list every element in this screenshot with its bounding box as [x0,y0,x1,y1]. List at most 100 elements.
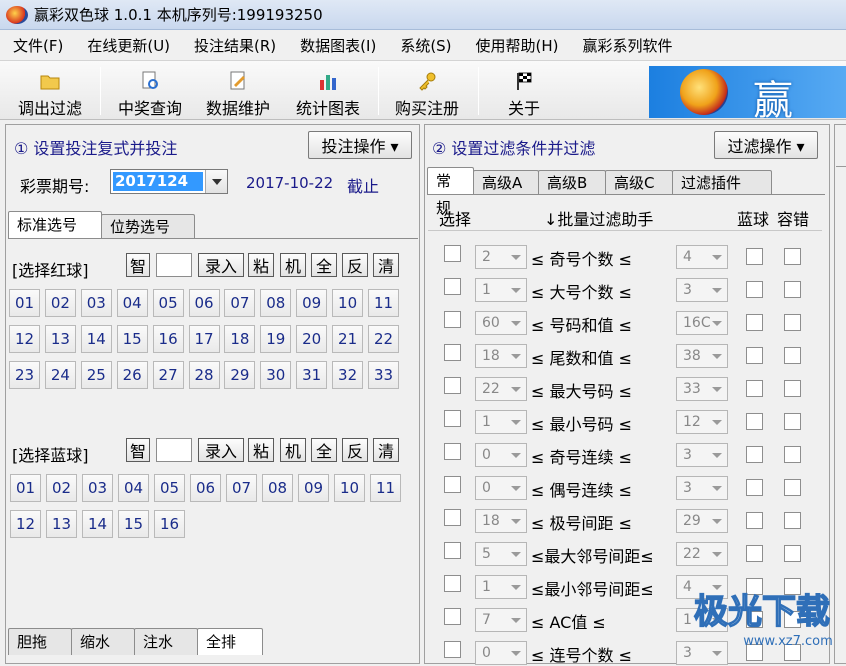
filter-row-blue-checkbox[interactable] [746,281,763,298]
load-filter-button[interactable]: 调出过滤 [10,65,90,119]
filter-row-max-select[interactable]: 3 [676,278,728,302]
red-ball-29[interactable]: 29 [224,361,256,389]
filter-row-min-select[interactable]: 1 [475,575,527,599]
blue-ball-11[interactable]: 11 [370,474,401,502]
filter-row-min-select[interactable]: 0 [475,476,527,500]
filter-row-max-select[interactable]: 3 [676,443,728,467]
filter-row-blue-checkbox[interactable] [746,248,763,265]
filter-row-tolerance-checkbox[interactable] [784,545,801,562]
red-random-button[interactable]: 机 [280,253,306,277]
red-ball-26[interactable]: 26 [116,361,148,389]
filter-row-max-select[interactable]: 16C [676,311,728,335]
blue-ball-01[interactable]: 01 [10,474,41,502]
filter-operation-button[interactable]: 过滤操作 ▾ [714,131,818,159]
red-count-input[interactable] [156,253,192,277]
filter-row-max-select[interactable]: 29 [676,509,728,533]
filter-row-tolerance-checkbox[interactable] [784,281,801,298]
menu-data-charts[interactable]: 数据图表(I) [287,35,387,56]
prize-query-button[interactable]: 中奖查询 [110,65,190,119]
filter-row-tolerance-checkbox[interactable] [784,479,801,496]
red-ball-24[interactable]: 24 [44,361,76,389]
filter-row-tolerance-checkbox[interactable] [784,347,801,364]
tab-filter-plugins[interactable]: 过滤插件 [672,170,772,194]
blue-enter-button[interactable]: 录入 [198,438,244,462]
filter-row-blue-checkbox[interactable] [746,479,763,496]
blue-ball-13[interactable]: 13 [46,510,77,538]
red-ball-16[interactable]: 16 [152,325,184,353]
red-ball-20[interactable]: 20 [296,325,328,353]
tab-position-pick[interactable]: 位势选号 [101,214,195,238]
red-ball-33[interactable]: 33 [368,361,399,389]
data-maintenance-button[interactable]: 数据维护 [198,65,278,119]
tab-standard-pick[interactable]: 标准选号 [8,211,102,238]
red-ball-30[interactable]: 30 [260,361,292,389]
filter-row-min-select[interactable]: 22 [475,377,527,401]
about-button[interactable]: 关于 [492,65,556,119]
red-ball-14[interactable]: 14 [80,325,112,353]
blue-ball-14[interactable]: 14 [82,510,113,538]
menu-series-software[interactable]: 赢彩系列软件 [570,35,684,56]
filter-row-blue-checkbox[interactable] [746,347,763,364]
filter-row-min-select[interactable]: 60 [475,311,527,335]
tab-advanced-b[interactable]: 高级B [538,170,606,194]
blue-clear-button[interactable]: 清 [373,438,399,462]
filter-row-min-select[interactable]: 2 [475,245,527,269]
statistics-chart-button[interactable]: 统计图表 [288,65,368,119]
filter-row-blue-checkbox[interactable] [746,314,763,331]
filter-row-min-select[interactable]: 1 [475,278,527,302]
tab-dantuo[interactable]: 胆拖 [8,628,72,655]
filter-row-select-checkbox[interactable] [444,509,461,526]
blue-ball-12[interactable]: 12 [10,510,41,538]
menu-system[interactable]: 系统(S) [387,35,462,56]
filter-row-tolerance-checkbox[interactable] [784,413,801,430]
blue-smart-button[interactable]: 智 [126,438,150,462]
red-ball-09[interactable]: 09 [296,289,328,317]
red-ball-15[interactable]: 15 [116,325,148,353]
tab-full-arrange[interactable]: 全排 [197,628,263,655]
red-invert-button[interactable]: 反 [342,253,368,277]
blue-ball-09[interactable]: 09 [298,474,329,502]
blue-ball-03[interactable]: 03 [82,474,113,502]
blue-ball-16[interactable]: 16 [154,510,185,538]
filter-row-blue-checkbox[interactable] [746,413,763,430]
menu-bet-results[interactable]: 投注结果(R) [181,35,287,56]
red-ball-01[interactable]: 01 [9,289,40,317]
filter-row-select-checkbox[interactable] [444,476,461,493]
filter-row-max-select[interactable]: 38 [676,344,728,368]
red-ball-02[interactable]: 02 [44,289,76,317]
filter-row-max-select[interactable]: 3 [676,476,728,500]
red-ball-32[interactable]: 32 [332,361,364,389]
filter-row-select-checkbox[interactable] [444,608,461,625]
red-ball-10[interactable]: 10 [332,289,364,317]
red-ball-05[interactable]: 05 [152,289,184,317]
blue-ball-05[interactable]: 05 [154,474,185,502]
filter-row-select-checkbox[interactable] [444,278,461,295]
filter-row-min-select[interactable]: 0 [475,443,527,467]
red-ball-07[interactable]: 07 [224,289,256,317]
red-ball-08[interactable]: 08 [260,289,292,317]
blue-count-input[interactable] [156,438,192,462]
filter-row-tolerance-checkbox[interactable] [784,248,801,265]
red-clear-button[interactable]: 清 [373,253,399,277]
red-ball-21[interactable]: 21 [332,325,364,353]
blue-ball-07[interactable]: 07 [226,474,257,502]
chevron-down-icon[interactable] [205,170,227,193]
red-ball-18[interactable]: 18 [224,325,256,353]
filter-row-select-checkbox[interactable] [444,344,461,361]
filter-row-blue-checkbox[interactable] [746,446,763,463]
filter-row-select-checkbox[interactable] [444,575,461,592]
issue-select[interactable]: 2017124 [110,169,228,194]
filter-row-tolerance-checkbox[interactable] [784,512,801,529]
filter-row-max-select[interactable]: 4 [676,245,728,269]
red-ball-04[interactable]: 04 [116,289,148,317]
red-ball-31[interactable]: 31 [296,361,328,389]
red-ball-25[interactable]: 25 [80,361,112,389]
red-all-button[interactable]: 全 [311,253,337,277]
purchase-register-button[interactable]: 购买注册 [386,65,468,119]
red-ball-13[interactable]: 13 [44,325,76,353]
menu-file[interactable]: 文件(F) [0,35,74,56]
tab-inject[interactable]: 注水 [134,628,198,655]
tab-shrink[interactable]: 缩水 [71,628,135,655]
filter-row-select-checkbox[interactable] [444,377,461,394]
red-ball-11[interactable]: 11 [368,289,399,317]
